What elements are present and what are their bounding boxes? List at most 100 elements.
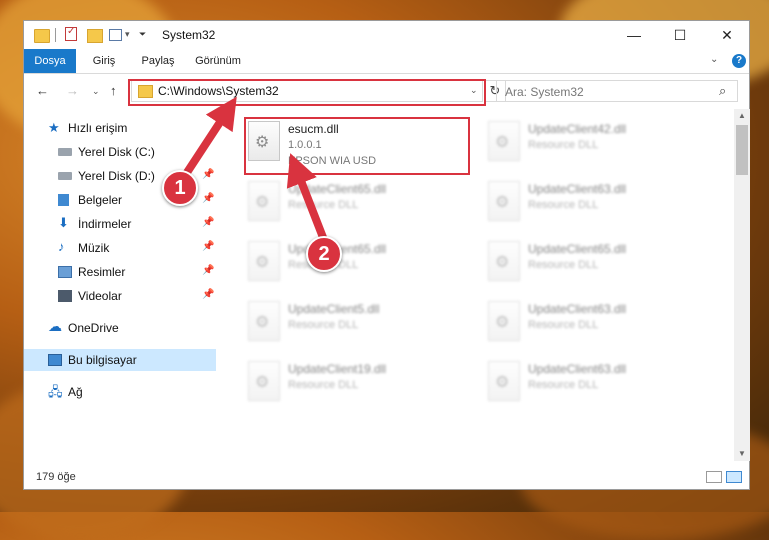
new-folder-icon[interactable]	[87, 29, 103, 43]
dll-file-icon	[248, 181, 280, 221]
vertical-scrollbar[interactable]: ▲ ▼	[734, 109, 750, 461]
sidebar-item-network[interactable]: 🖧 Ağ	[24, 381, 216, 403]
file-item[interactable]: UpdateClient63.dll Resource DLL	[482, 297, 702, 349]
file-name: UpdateClient5.dll	[288, 302, 380, 316]
sidebar-item-onedrive[interactable]: ☁ OneDrive	[24, 317, 216, 339]
pictures-icon	[58, 266, 72, 278]
forward-button[interactable]: →	[66, 83, 79, 98]
file-name: UpdateClient63.dll	[528, 182, 627, 196]
file-type: Resource DLL	[528, 199, 599, 211]
dll-file-icon	[248, 241, 280, 281]
details-view-icon[interactable]	[706, 471, 722, 483]
file-type: Resource DLL	[288, 319, 359, 331]
toolbar-divider	[55, 28, 56, 42]
tab-file[interactable]: Dosya	[24, 49, 76, 73]
sidebar-item-label: Resimler	[78, 265, 126, 279]
tab-share[interactable]: Paylaş	[136, 49, 180, 73]
sidebar-item-quick-access[interactable]: ★ Hızlı erişim	[24, 117, 216, 139]
customize-toolbar-icon[interactable]: ⏷	[139, 29, 146, 45]
step-badge-1: 1	[162, 170, 198, 206]
maximize-button[interactable]: ☐	[657, 21, 703, 49]
window-title: System32	[162, 28, 216, 42]
file-highlight	[244, 117, 470, 175]
close-button[interactable]: ✕	[704, 21, 750, 49]
search-input[interactable]: Ara: System32 ⌕	[496, 80, 738, 102]
sidebar-item-label: OneDrive	[68, 321, 119, 335]
dll-file-icon	[488, 241, 520, 281]
quick-access-dropdown-icon[interactable]: ▾	[125, 29, 130, 45]
file-name: UpdateClient63.dll	[528, 302, 627, 316]
scroll-down-icon[interactable]: ▼	[734, 447, 750, 461]
ribbon: Dosya Giriş Paylaş Görünüm ⌄ ?	[24, 49, 749, 74]
folder-icon	[34, 29, 50, 43]
file-item[interactable]: UpdateClient19.dll Resource DLL	[242, 357, 462, 409]
sidebar-item-label: Müzik	[78, 241, 110, 255]
file-name: UpdateClient65.dll	[288, 182, 387, 196]
file-item[interactable]: UpdateClient65.dll Resource DLL	[242, 177, 462, 229]
address-highlight	[128, 79, 486, 106]
tab-home[interactable]: Giriş	[84, 49, 124, 73]
step-badge-2: 2	[306, 236, 342, 272]
dll-file-icon	[248, 361, 280, 401]
file-item[interactable]: UpdateClient63.dll Resource DLL	[482, 177, 702, 229]
ribbon-expand-icon[interactable]: ⌄	[710, 54, 718, 65]
pin-icon: 📌	[202, 241, 215, 252]
file-type: Resource DLL	[528, 319, 599, 331]
music-icon: ♪	[58, 239, 65, 254]
file-name: UpdateClient63.dll	[528, 362, 627, 376]
cloud-icon: ☁	[48, 318, 62, 334]
sidebar-item-label: Ağ	[68, 385, 83, 399]
minimize-button[interactable]: —	[611, 21, 657, 49]
sidebar-item-music[interactable]: ♪ Müzik 📌	[24, 237, 216, 259]
sidebar-item-label: Yerel Disk (C:)	[78, 145, 155, 159]
properties-icon[interactable]	[65, 26, 77, 41]
dll-file-icon	[488, 181, 520, 221]
file-item[interactable]: UpdateClient65.dll Resource DLL	[242, 237, 462, 289]
sidebar-item-label: Bu bilgisayar	[68, 353, 137, 367]
scroll-up-icon[interactable]: ▲	[734, 109, 750, 123]
tiles-view-icon[interactable]	[726, 471, 742, 483]
network-icon: 🖧	[48, 384, 63, 399]
dll-file-icon	[248, 301, 280, 341]
pin-icon: 📌	[202, 169, 215, 180]
file-type: Resource DLL	[288, 379, 359, 391]
pin-icon: 📌	[202, 217, 215, 228]
file-name: UpdateClient65.dll	[528, 242, 627, 256]
tab-view[interactable]: Görünüm	[190, 49, 246, 73]
documents-icon	[58, 194, 69, 206]
star-icon: ★	[48, 120, 60, 135]
pin-icon: 📌	[202, 289, 215, 300]
file-type: Resource DLL	[528, 139, 599, 151]
back-button[interactable]: ←	[36, 83, 49, 98]
computer-icon	[48, 354, 62, 366]
pin-icon: 📌	[202, 265, 215, 276]
file-type: Resource DLL	[528, 259, 599, 271]
file-item[interactable]: UpdateClient65.dll Resource DLL	[482, 237, 702, 289]
file-item[interactable]: UpdateClient63.dll Resource DLL	[482, 357, 702, 409]
sidebar-item-label: Videolar	[78, 289, 122, 303]
sidebar-item-videos[interactable]: Videolar 📌	[24, 285, 216, 307]
sidebar-item-pictures[interactable]: Resimler 📌	[24, 261, 216, 283]
scroll-thumb[interactable]	[736, 125, 748, 175]
search-icon[interactable]: ⌕	[719, 83, 726, 99]
sidebar-item-label: Yerel Disk (D:)	[78, 169, 155, 183]
file-item[interactable]: UpdateClient42.dll Resource DLL	[482, 117, 702, 169]
file-type: Resource DLL	[288, 199, 359, 211]
sidebar-item-local-disk-c[interactable]: Yerel Disk (C:)	[24, 141, 216, 163]
navigation-pane: ★ Hızlı erişim Yerel Disk (C:) Yerel Dis…	[24, 113, 216, 461]
item-count: 179 öğe	[36, 471, 76, 483]
view-toggle-icon[interactable]	[109, 29, 122, 41]
sidebar-item-this-pc[interactable]: Bu bilgisayar	[24, 349, 216, 371]
sidebar-item-label: İndirmeler	[78, 217, 132, 231]
file-name: UpdateClient19.dll	[288, 362, 387, 376]
file-item[interactable]: UpdateClient5.dll Resource DLL	[242, 297, 462, 349]
pin-icon: 📌	[202, 193, 215, 204]
sidebar-item-downloads[interactable]: ⬇ İndirmeler 📌	[24, 213, 216, 235]
explorer-window: ▾ ⏷ System32 — ☐ ✕ Dosya Giriş Paylaş Gö…	[23, 20, 750, 490]
up-button[interactable]: ↑	[110, 83, 117, 98]
recent-locations-icon[interactable]: ⌄	[92, 86, 100, 97]
dll-file-icon	[488, 361, 520, 401]
videos-icon	[58, 290, 72, 302]
dll-file-icon	[488, 121, 520, 161]
help-icon[interactable]: ?	[732, 54, 746, 68]
